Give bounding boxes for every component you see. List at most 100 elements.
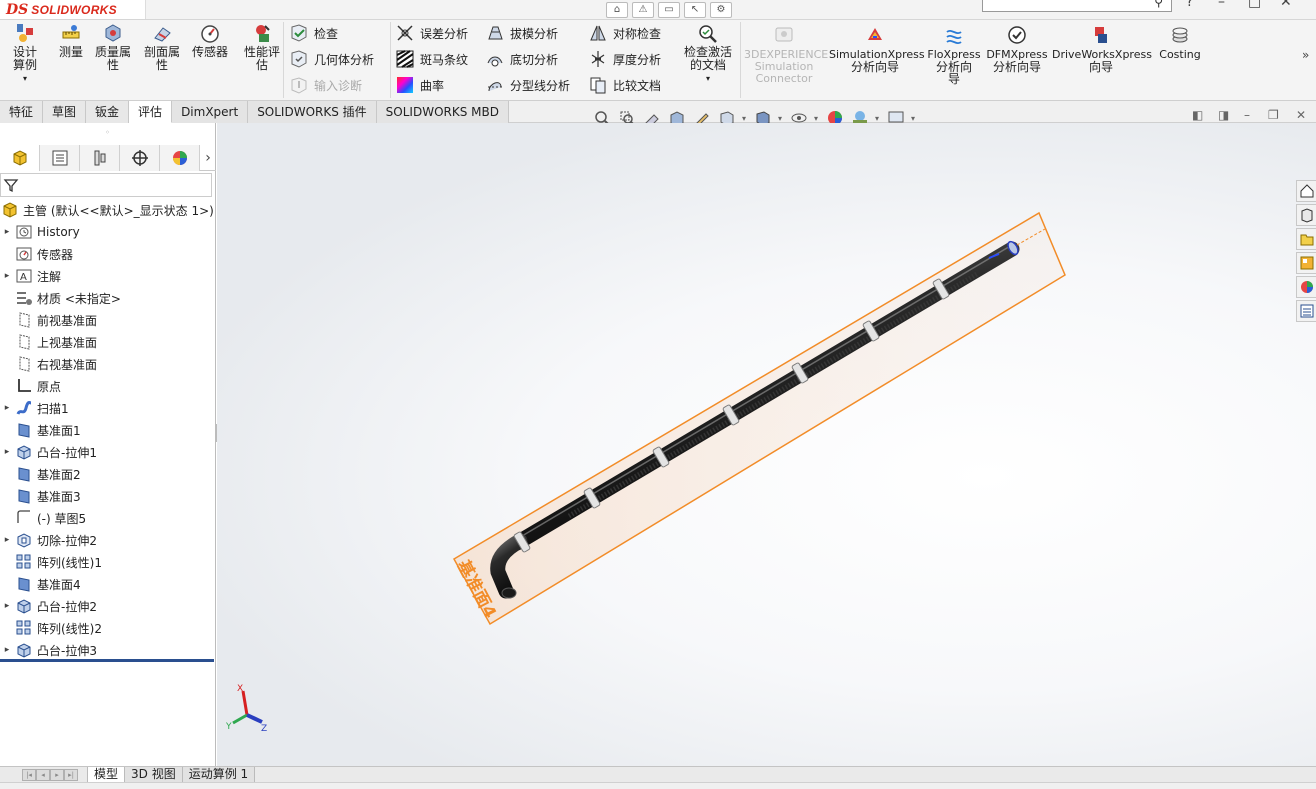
options-icon[interactable]: ⚙ (710, 2, 732, 18)
design-study-button[interactable]: 设计算例 ▾ (4, 22, 46, 85)
tree-item[interactable]: ▸ 凸台-拉伸1 (0, 441, 216, 463)
tree-item[interactable]: 右视基准面 (0, 353, 216, 375)
tile-left-icon[interactable]: ◧ (1192, 108, 1203, 122)
custom-properties-tab[interactable] (1296, 300, 1316, 322)
tree-item[interactable]: 传感器 (0, 243, 216, 265)
tree-item[interactable]: 材质 <未指定> (0, 287, 216, 309)
dropdown-arrow-icon[interactable]: ▾ (706, 72, 710, 85)
view-palette-tab[interactable] (1296, 252, 1316, 274)
import-diagnostics-button[interactable]: 输入诊断 (289, 73, 362, 97)
last-tab-icon[interactable]: ▸| (64, 768, 78, 781)
deviation-analysis-button[interactable]: 误差分析 (395, 21, 468, 45)
tab-motion-study-1[interactable]: 运动算例 1 (181, 766, 256, 783)
tree-root-part[interactable]: 主管 (默认<<默认>_显示状态 1>) (0, 199, 216, 221)
tile-right-icon[interactable]: ◨ (1218, 108, 1229, 122)
ribbon-expand-icon[interactable]: » (1302, 48, 1309, 62)
symmetry-check-button[interactable]: 对称检查 (588, 21, 661, 45)
dropdown-arrow-icon[interactable]: ▾ (23, 72, 27, 85)
tree-item[interactable]: ▸ 扫描1 (0, 397, 216, 419)
minimize-window-icon[interactable]: – (1218, 0, 1225, 10)
floxpress-button[interactable]: FloXpress 分析向 导 (925, 24, 983, 85)
dropdown-arrow-icon[interactable]: ▾ (911, 114, 917, 123)
tab-evaluate[interactable]: 评估 (129, 101, 173, 123)
curvature-button[interactable]: 曲率 (395, 73, 444, 97)
sensors-button[interactable]: 传感器 (189, 22, 231, 59)
first-tab-icon[interactable]: |◂ (22, 768, 36, 781)
tab-features[interactable]: 特征 (0, 101, 44, 123)
compare-documents-button[interactable]: 比较文档 (588, 73, 661, 97)
close-window-icon[interactable]: ✕ (1280, 0, 1292, 10)
3dexperience-connector-button[interactable]: 3DEXPERIENCE Simulation Connector (744, 24, 828, 85)
file-explorer-tab[interactable] (1296, 228, 1316, 250)
measure-button[interactable]: 测量 (54, 22, 88, 59)
tree-item[interactable]: (-) 草图5 (0, 507, 216, 529)
tree-item[interactable]: ▸ 凸台-拉伸2 (0, 595, 216, 617)
expand-arrow-icon[interactable]: ▸ (0, 271, 14, 281)
select-icon[interactable]: ↖ (684, 2, 706, 18)
tree-item[interactable]: 阵列(线性)1 (0, 551, 216, 573)
check-active-doc-button[interactable]: 检查激活的文档 ▾ (678, 22, 738, 85)
tree-item[interactable]: ▸ 凸台-拉伸3 (0, 639, 216, 661)
tree-item[interactable]: 基准面3 (0, 485, 216, 507)
filter-icon[interactable] (3, 177, 19, 193)
solidworks-resources-tab[interactable] (1296, 180, 1316, 202)
tab-sketch[interactable]: 草图 (43, 101, 87, 123)
dropdown-arrow-icon[interactable]: ▾ (814, 114, 820, 123)
dropdown-arrow-icon[interactable]: ▾ (778, 114, 784, 123)
help-icon[interactable]: ? (1186, 0, 1193, 10)
performance-eval-button[interactable]: 性能评估 (240, 22, 284, 72)
solidworks-logo[interactable]: DS SOLIDWORKS (0, 0, 146, 19)
expand-arrow-icon[interactable]: ▸ (0, 535, 14, 545)
appearances-tab[interactable] (1296, 276, 1316, 298)
feature-manager-tab[interactable] (0, 145, 40, 171)
undercut-analysis-button[interactable]: 底切分析 (485, 47, 558, 71)
tree-item[interactable]: 基准面1 (0, 419, 216, 441)
dimxpert-manager-tab[interactable] (120, 145, 160, 171)
display-manager-tab[interactable] (160, 145, 200, 171)
tree-item[interactable]: 基准面4 (0, 573, 216, 595)
tree-item[interactable]: 基准面2 (0, 463, 216, 485)
dropdown-arrow-icon[interactable]: ▾ (742, 114, 748, 123)
rebuild-icon[interactable]: ⚠ (632, 2, 654, 18)
tree-item[interactable]: 原点 (0, 375, 216, 397)
tab-solidworks-mbd[interactable]: SOLIDWORKS MBD (376, 101, 509, 123)
print-icon[interactable]: ▭ (658, 2, 680, 18)
tab-dimxpert[interactable]: DimXpert (172, 101, 249, 123)
chevron-right-icon[interactable]: › (200, 145, 216, 170)
coordinate-triad[interactable]: X Y Z (225, 684, 267, 734)
expand-arrow-icon[interactable]: ▸ (0, 403, 14, 413)
prev-tab-icon[interactable]: ◂ (36, 768, 50, 781)
search-icon[interactable]: ⚲ (1154, 0, 1163, 8)
tab-model[interactable]: 模型 (87, 766, 126, 783)
tab-sheet-metal[interactable]: 钣金 (86, 101, 130, 123)
tree-item[interactable]: ▸ A 注解 (0, 265, 216, 287)
check-button[interactable]: 检查 (289, 21, 338, 45)
tree-item[interactable]: 前视基准面 (0, 309, 216, 331)
doc-restore-icon[interactable]: ❐ (1268, 108, 1279, 122)
dfmxpress-button[interactable]: DFMXpress 分析向导 (985, 24, 1049, 73)
tree-item[interactable]: 阵列(线性)2 (0, 617, 216, 639)
maximize-window-icon[interactable]: □ (1248, 0, 1261, 10)
search-commands-input[interactable]: ⚲ (982, 0, 1172, 12)
costing-button[interactable]: Costing (1154, 24, 1206, 61)
tree-item[interactable]: ▸ 切除-拉伸2 (0, 529, 216, 551)
expand-arrow-icon[interactable]: ▸ (0, 227, 14, 237)
tree-item[interactable]: 上视基准面 (0, 331, 216, 353)
thickness-analysis-button[interactable]: 厚度分析 (588, 47, 661, 71)
tab-solidworks-addins[interactable]: SOLIDWORKS 插件 (248, 101, 377, 123)
expand-arrow-icon[interactable]: ▸ (0, 447, 14, 457)
expand-arrow-icon[interactable]: ▸ (0, 645, 14, 655)
driveworksxpress-button[interactable]: DriveWorksXpress 向导 (1052, 24, 1152, 73)
graphics-area[interactable]: 基准面4 X Y Z (217, 123, 1316, 766)
draft-analysis-button[interactable]: 拔模分析 (485, 21, 558, 45)
rollback-bar[interactable] (0, 659, 214, 662)
expand-arrow-icon[interactable]: ▸ (0, 601, 14, 611)
zebra-stripes-button[interactable]: 斑马条纹 (395, 47, 468, 71)
tree-filter-bar[interactable] (0, 173, 212, 197)
section-properties-button[interactable]: 剖面属性 (139, 22, 185, 72)
property-manager-tab[interactable] (40, 145, 80, 171)
next-tab-icon[interactable]: ▸ (50, 768, 64, 781)
mass-properties-button[interactable]: 质量属性 (90, 22, 136, 72)
model-canvas[interactable]: 基准面4 X Y Z (217, 123, 1316, 766)
design-library-tab[interactable] (1296, 204, 1316, 226)
